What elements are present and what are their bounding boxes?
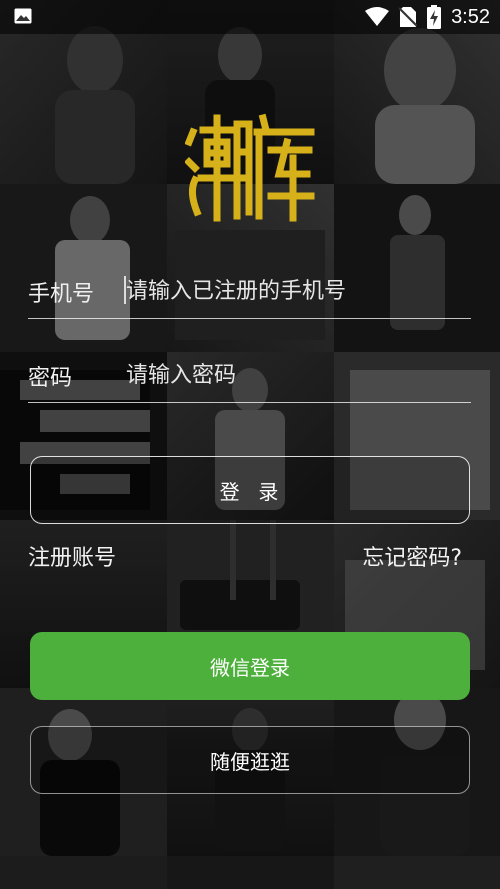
app-logo-graphic — [184, 113, 315, 222]
wechat-login-label: 微信登录 — [210, 655, 290, 680]
image-icon — [14, 8, 32, 24]
no-sim-icon — [399, 7, 418, 27]
phone-label: 手机号 — [28, 282, 95, 307]
register-link[interactable]: 注册账号 — [28, 540, 116, 572]
password-field: 密码 — [28, 348, 471, 403]
password-input[interactable] — [124, 354, 468, 396]
app-logo — [184, 112, 315, 224]
battery-charging-icon — [427, 5, 442, 29]
text-cursor — [124, 276, 126, 304]
status-icons: 3:52 — [365, 0, 490, 34]
password-label: 密码 — [28, 366, 73, 391]
forgot-password-link[interactable]: 忘记密码? — [362, 540, 462, 572]
status-bar: 3:52 — [0, 0, 500, 34]
wifi-icon — [365, 7, 390, 26]
browse-button-label: 随便逛逛 — [210, 749, 290, 774]
phone-input[interactable] — [124, 270, 468, 312]
login-button-label: 登 录 — [219, 479, 281, 504]
login-button[interactable]: 登 录 — [30, 456, 470, 524]
status-time: 3:52 — [451, 5, 490, 28]
wechat-login-button[interactable]: 微信登录 — [30, 632, 470, 700]
browse-button[interactable]: 随便逛逛 — [30, 726, 470, 794]
phone-field: 手机号 — [28, 264, 471, 319]
